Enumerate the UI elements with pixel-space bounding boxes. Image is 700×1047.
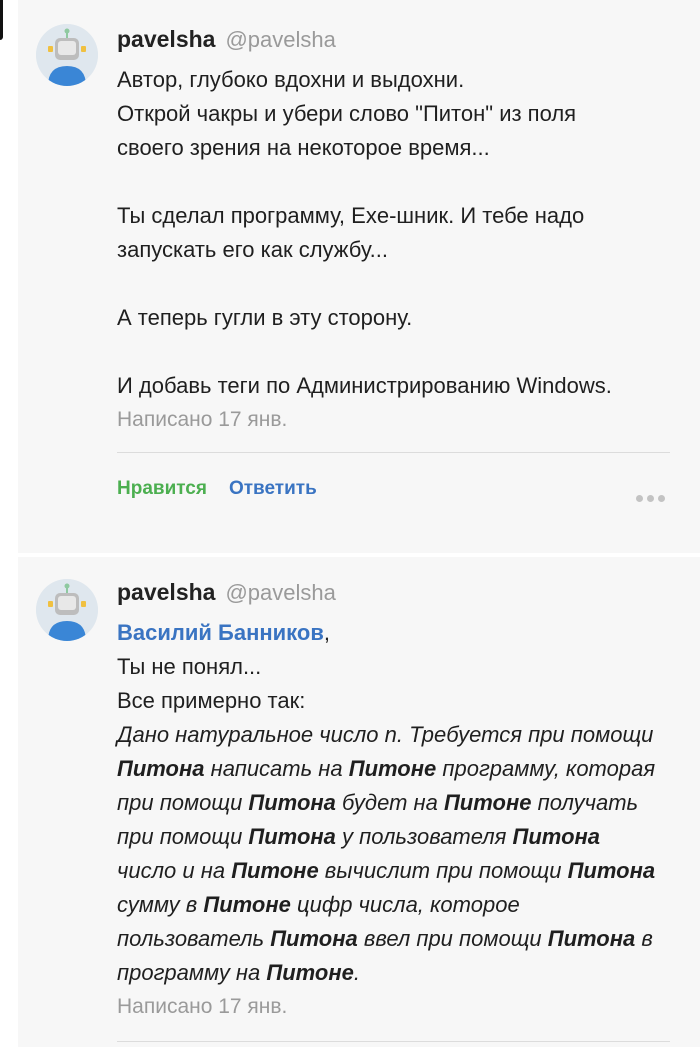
- quote-text: ввел при помощи: [357, 926, 548, 951]
- comment-card: pavelsha @pavelsha Автор, глубоко вдохни…: [18, 0, 700, 553]
- quote-line: Дано натуральное число n. Требуется при …: [117, 718, 678, 752]
- author-handle[interactable]: @pavelsha: [225, 580, 335, 606]
- comment-timestamp: Написано 17 янв.: [117, 995, 288, 1018]
- highlight-word: Питоне: [203, 892, 291, 917]
- author-handle[interactable]: @pavelsha: [225, 27, 335, 53]
- quote-text: цифр числа, которое: [290, 892, 520, 917]
- quote-text: при помощи: [117, 824, 249, 849]
- comment-text-line: запускать его как службу...: [117, 237, 389, 262]
- mention-link[interactable]: Василий Банников: [117, 620, 324, 645]
- quote-text: будет на: [335, 790, 444, 815]
- quote-line: программу на Питоне.: [117, 956, 678, 990]
- quote-block: Дано натуральное число n. Требуется при …: [117, 718, 678, 990]
- highlight-word: Питона: [248, 790, 336, 815]
- more-dots-icon[interactable]: [636, 495, 665, 502]
- comment-text-line: И добавь теги по Администрированию Windo…: [117, 373, 612, 398]
- comment-body: Автор, глубоко вдохни и выдохни. Открой …: [117, 63, 678, 437]
- highlight-word: Питоне: [231, 858, 319, 883]
- divider: [117, 452, 670, 453]
- comment-body: Василий Банников, Ты не понял... Все при…: [117, 616, 678, 1024]
- quote-text: вычислит при помощи: [318, 858, 568, 883]
- reply-button[interactable]: Ответить: [229, 478, 317, 500]
- quote-text: .: [353, 960, 361, 985]
- quote-text: программу на: [117, 960, 267, 985]
- quote-text: при помощи: [117, 790, 249, 815]
- quote-line: при помощи Питона будет на Питоне получа…: [117, 786, 678, 820]
- like-button[interactable]: Нравится: [117, 478, 207, 500]
- author-name[interactable]: pavelsha: [117, 579, 215, 606]
- highlight-word: Питона: [512, 824, 601, 849]
- comment-text-line: Василий Банников,: [117, 616, 678, 650]
- comments-feed: pavelsha @pavelsha Автор, глубоко вдохни…: [0, 0, 700, 1047]
- quote-text: программу, которая: [436, 756, 656, 781]
- highlight-word: Питона: [248, 824, 336, 849]
- comment-text-line: Открой чакры и убери слово "Питон" из по…: [117, 101, 577, 126]
- quote-text: сумму в: [117, 892, 204, 917]
- highlight-word: Питоне: [443, 790, 532, 815]
- comment-text-line: Ты сделал программу, Exe-шник. И тебе на…: [117, 203, 585, 228]
- highlight-word: Питоне: [266, 960, 354, 985]
- robot-avatar-icon[interactable]: [36, 579, 98, 641]
- highlight-word: Питоне: [348, 756, 437, 781]
- quote-text: Дано натуральное число n. Требуется при …: [117, 722, 654, 747]
- highlight-word: Питона: [270, 926, 358, 951]
- comment-text-line: Автор, глубоко вдохни и выдохни.: [117, 67, 465, 92]
- quote-text: получать: [531, 790, 639, 815]
- comment-header: pavelsha @pavelsha: [117, 26, 336, 56]
- robot-avatar-icon[interactable]: [36, 24, 98, 86]
- quote-line: число и на Питоне вычислит при помощи Пи…: [117, 854, 678, 888]
- comment-text-line: своего зрения на некоторое время...: [117, 135, 490, 160]
- quote-line: при помощи Питона у пользователя Питона: [117, 820, 678, 854]
- quote-text: в: [635, 926, 653, 951]
- highlight-word: Питона: [567, 858, 656, 883]
- comment-actions: Нравится Ответить: [117, 478, 317, 500]
- comment-text-line: Все примерно так:: [117, 688, 306, 713]
- divider: [117, 1041, 670, 1042]
- quote-line: пользователь Питона ввел при помощи Пито…: [117, 922, 678, 956]
- comment-header: pavelsha @pavelsha: [117, 579, 336, 609]
- edge-marker: [0, 0, 3, 40]
- highlight-word: Питона: [117, 756, 205, 781]
- quote-text: пользователь: [117, 926, 271, 951]
- quote-line: сумму в Питоне цифр числа, которое: [117, 888, 678, 922]
- author-name[interactable]: pavelsha: [117, 26, 215, 53]
- highlight-word: Питона: [547, 926, 636, 951]
- quote-text: у пользователя: [335, 824, 513, 849]
- comment-text-line: А теперь гугли в эту сторону.: [117, 305, 413, 330]
- quote-line: Питона написать на Питоне программу, кот…: [117, 752, 678, 786]
- quote-text: написать на: [204, 756, 349, 781]
- comment-card: pavelsha @pavelsha Василий Банников, Ты …: [18, 557, 700, 1047]
- mention-suffix: ,: [323, 620, 330, 645]
- comment-text-line: Ты не понял...: [117, 654, 262, 679]
- quote-text: число и на: [117, 858, 232, 883]
- comment-timestamp: Написано 17 янв.: [117, 408, 288, 431]
